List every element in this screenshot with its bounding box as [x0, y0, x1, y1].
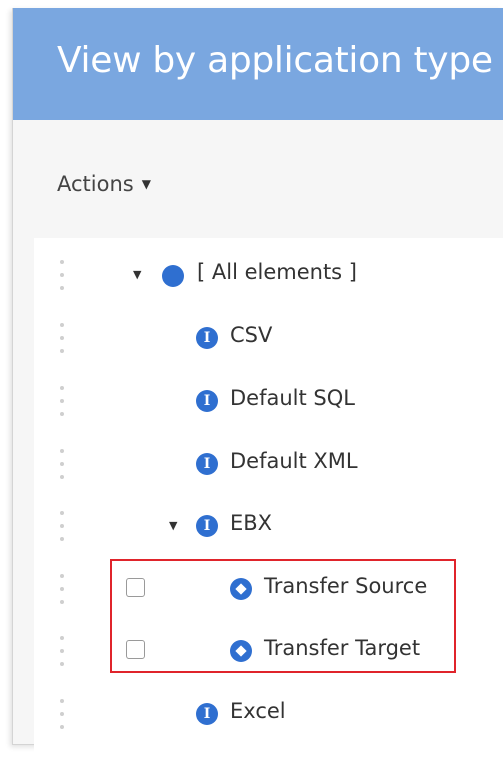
collapse-toggle-icon[interactable]: ▼	[133, 268, 141, 281]
tree-row-all-elements[interactable]: ▼ [ All elements ]	[34, 244, 503, 306]
actions-label: Actions	[57, 172, 134, 196]
tree-row-excel[interactable]: I Excel	[34, 683, 503, 745]
tree-label[interactable]: Default XML	[230, 449, 358, 473]
drag-handle-icon[interactable]	[59, 574, 65, 604]
drag-handle-icon[interactable]	[59, 636, 65, 666]
tree-view: ▼ [ All elements ] I CSV I Default SQL I…	[34, 238, 503, 758]
info-icon: I	[196, 515, 218, 537]
actions-menu-button[interactable]: Actions ▼	[57, 172, 151, 196]
info-icon: I	[196, 453, 218, 475]
info-icon: I	[196, 703, 218, 725]
page-header: View by application type	[13, 8, 503, 120]
tree-row-csv[interactable]: I CSV	[34, 307, 503, 369]
tree-label[interactable]: Excel	[230, 699, 286, 723]
info-icon: I	[196, 390, 218, 412]
circle-icon	[162, 265, 184, 287]
tree-label[interactable]: Default SQL	[230, 386, 355, 410]
drag-handle-icon[interactable]	[59, 511, 65, 541]
tree-label[interactable]: EBX	[230, 511, 272, 535]
tree-row-ebx[interactable]: ▼ I EBX	[34, 495, 503, 557]
page-title: View by application type	[57, 40, 493, 81]
collapse-toggle-icon[interactable]: ▼	[169, 519, 177, 532]
tree-row-default-xml[interactable]: I Default XML	[34, 433, 503, 495]
tree-label[interactable]: [ All elements ]	[197, 260, 357, 284]
drag-handle-icon[interactable]	[59, 323, 65, 353]
tree-label[interactable]: CSV	[230, 323, 272, 347]
info-icon: I	[196, 327, 218, 349]
drag-handle-icon[interactable]	[59, 449, 65, 479]
highlight-box	[110, 559, 456, 673]
tree-row-default-sql[interactable]: I Default SQL	[34, 370, 503, 432]
drag-handle-icon[interactable]	[59, 386, 65, 416]
drag-handle-icon[interactable]	[59, 260, 65, 290]
caret-down-icon: ▼	[141, 177, 151, 191]
drag-handle-icon[interactable]	[59, 699, 65, 729]
